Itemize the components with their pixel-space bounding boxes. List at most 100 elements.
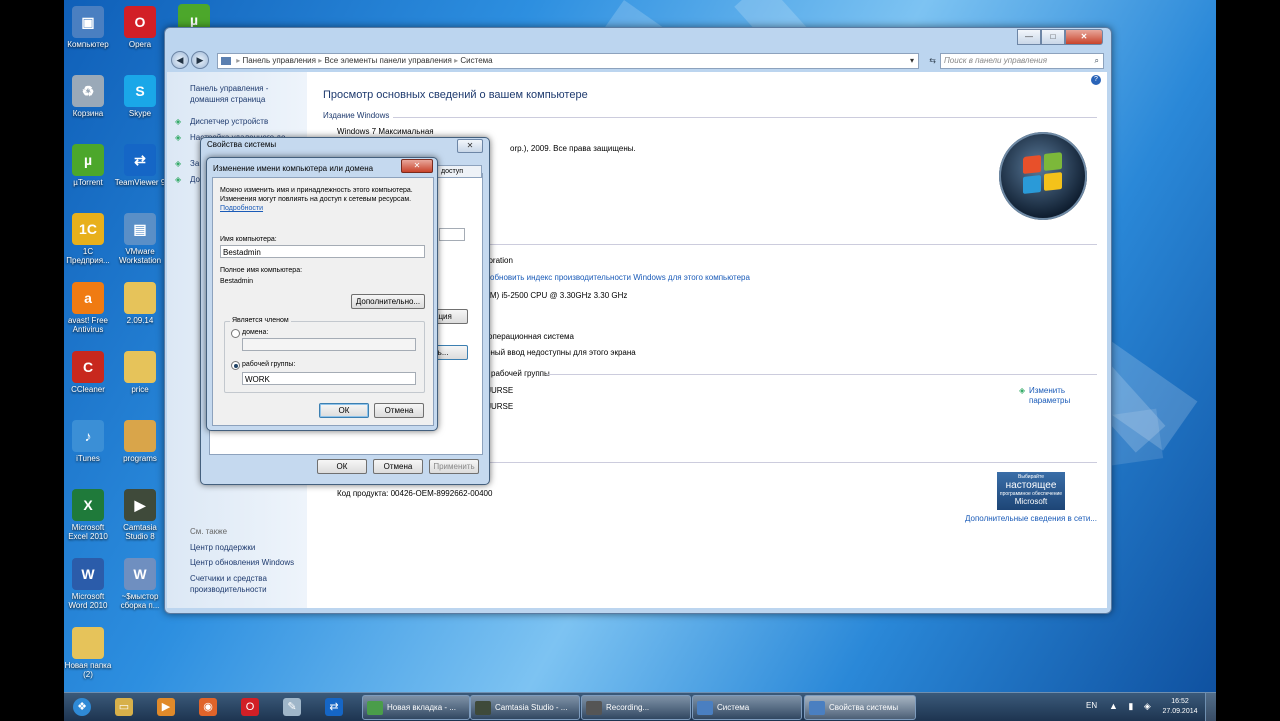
taskbar-task[interactable]: Recording... xyxy=(581,695,691,720)
desktop-icon-label: µTorrent xyxy=(73,178,103,187)
workgroup-radio[interactable] xyxy=(231,361,240,370)
tray-icons[interactable]: ▲ ▮ ◈ xyxy=(1109,701,1155,712)
breadcrumb-item[interactable]: Система xyxy=(460,56,492,65)
desktop-icon[interactable]: C CCleaner xyxy=(62,351,114,394)
cancel-button[interactable]: Отмена xyxy=(373,459,423,474)
language-indicator[interactable]: EN xyxy=(1086,701,1097,710)
shield-icon: ◈ xyxy=(175,133,182,142)
ok-button[interactable]: ОК xyxy=(317,459,367,474)
itunes-icon: ♪ xyxy=(72,420,104,452)
taskbar-task-label: Recording... xyxy=(606,703,650,712)
maximize-button[interactable]: □ xyxy=(1041,29,1065,45)
close-button[interactable]: ✕ xyxy=(457,139,483,153)
more-button[interactable]: Дополнительно... xyxy=(351,294,425,309)
desktop-icon-label: programs xyxy=(123,454,157,463)
full-name-label: Полное имя компьютера: xyxy=(220,267,303,274)
media-player-icon[interactable]: ▶ xyxy=(150,696,182,718)
details-link[interactable]: Подробности xyxy=(220,205,263,212)
start-orb-icon[interactable]: ❖ xyxy=(66,696,98,718)
performance-link[interactable]: Счетчики и средства производительности xyxy=(190,573,267,595)
desktop-icon[interactable]: ▣ Компьютер xyxy=(62,6,114,49)
desktop-icon[interactable]: W Microsoft Word 2010 xyxy=(62,558,114,610)
recording-icon xyxy=(586,700,602,715)
workgroup-section-header: рабочей группы xyxy=(491,369,550,378)
desktop-icon[interactable]: ⇄ TeamViewer 9 xyxy=(114,144,166,187)
desktop-icon[interactable]: X Microsoft Excel 2010 xyxy=(62,489,114,541)
computer-name-input[interactable]: Bestadmin xyxy=(220,245,425,258)
desktop-icon-label: Microsoft Word 2010 xyxy=(68,592,108,610)
desktop-icon-label: CCleaner xyxy=(71,385,105,394)
camtasia-icon: ▶ xyxy=(124,489,156,521)
firefox-icon[interactable]: ◉ xyxy=(192,696,224,718)
address-bar[interactable]: ▸ Панель управления ▸ Все элементы панел… xyxy=(217,53,936,69)
desktop-icon[interactable]: W ~$мыстор сборка п... xyxy=(114,558,166,610)
desktop-icon[interactable]: O Opera xyxy=(114,6,166,49)
notepad-icon[interactable]: ✎ xyxy=(276,696,308,718)
performance-index-link[interactable]: обновить индекс производительности Windo… xyxy=(490,273,750,283)
desktop-icon[interactable]: price xyxy=(114,351,166,394)
teamviewer-icon[interactable]: ⇄ xyxy=(318,696,350,718)
taskbar-task-label: Camtasia Studio - ... xyxy=(495,703,568,712)
search-placeholder: Поиск в панели управления xyxy=(944,56,1048,65)
taskbar-task[interactable]: Новая вкладка - ... xyxy=(362,695,470,720)
help-icon[interactable]: ? xyxy=(1091,75,1101,85)
search-icon[interactable]: ⌕ xyxy=(1095,54,1099,68)
show-desktop-button[interactable] xyxy=(1205,693,1216,721)
control-panel-home-link[interactable]: Панель управления - домашняя страница xyxy=(190,83,268,105)
explorer-icon[interactable]: ▭ xyxy=(108,696,140,718)
desktop-icon[interactable]: 2.09.14 xyxy=(114,282,166,325)
domain-input[interactable] xyxy=(242,338,416,351)
desktop-icon[interactable]: a avast! Free Antivirus xyxy=(62,282,114,334)
desktop-icon[interactable]: Новая папка (2) xyxy=(62,627,114,679)
apply-button[interactable]: Применить xyxy=(429,459,479,474)
back-icon[interactable]: ◀ xyxy=(171,51,189,69)
genuine-line: Microsoft xyxy=(1014,497,1048,506)
folder-icon xyxy=(72,627,104,659)
camtasia-icon xyxy=(475,700,491,715)
workgroup-input[interactable]: WORK xyxy=(242,372,416,385)
action-center-link[interactable]: Центр поддержки xyxy=(190,542,255,553)
desktop-icon[interactable]: µ µTorrent xyxy=(62,144,114,187)
dropdown-arrow-icon[interactable]: ▾ xyxy=(910,54,914,68)
forward-icon[interactable]: ▶ xyxy=(191,51,209,69)
domain-radio[interactable] xyxy=(231,329,240,338)
desktop-icon[interactable]: programs xyxy=(114,420,166,463)
taskbar-task[interactable]: Camtasia Studio - ... xyxy=(470,695,580,720)
desktop-icon-label: Opera xyxy=(128,40,152,49)
desktop-icon[interactable]: ▤ VMware Workstation xyxy=(114,213,166,265)
taskbar-task-label: Свойства системы xyxy=(829,703,899,712)
tab-remote-access[interactable]: доступ xyxy=(437,165,482,178)
refresh-icon[interactable]: ⇆ xyxy=(929,54,936,68)
device-manager-link[interactable]: Диспетчер устройств xyxy=(190,116,268,127)
windows-update-link[interactable]: Центр обновления Windows xyxy=(190,557,294,568)
genuine-microsoft-badge[interactable]: Выбирайте настоящее программное обеспече… xyxy=(997,472,1065,510)
ok-button[interactable]: ОК xyxy=(319,403,369,418)
desktop-icon[interactable]: ♪ iTunes xyxy=(62,420,114,463)
system-icon xyxy=(809,700,825,715)
taskbar-task[interactable]: Система xyxy=(692,695,802,720)
breadcrumb-item[interactable]: Панель управления xyxy=(242,56,316,65)
chrome-icon xyxy=(367,700,383,715)
taskbar-task[interactable]: Свойства системы xyxy=(804,695,916,720)
cancel-button[interactable]: Отмена xyxy=(374,403,424,418)
clock[interactable]: 16:52 27.09.2014 xyxy=(1160,697,1200,717)
shield-icon: ◈ xyxy=(175,159,182,168)
more-info-link[interactable]: Дополнительные сведения в сети... xyxy=(965,514,1097,524)
desktop-icon[interactable]: S Skype xyxy=(114,75,166,118)
desktop-icon-label: price xyxy=(131,385,149,394)
search-input[interactable]: Поиск в панели управления ⌕ xyxy=(940,53,1104,69)
opera-icon[interactable]: O xyxy=(234,696,266,718)
desktop-icon[interactable]: 1С 1С Предприя... xyxy=(62,213,114,265)
breadcrumb-item[interactable]: Все элементы панели управления xyxy=(324,56,451,65)
close-button[interactable]: ✕ xyxy=(401,159,433,173)
desktop-icon[interactable]: ▶ Camtasia Studio 8 xyxy=(114,489,166,541)
desktop-icon-label: VMware Workstation xyxy=(118,247,162,265)
folder-icon xyxy=(221,56,231,65)
partial-field xyxy=(439,228,465,241)
minimize-button[interactable]: — xyxy=(1017,29,1041,45)
change-settings-link[interactable]: Изменить параметры xyxy=(1029,386,1070,406)
close-button[interactable]: ✕ xyxy=(1065,29,1103,45)
desktop-icon[interactable]: ♻ Корзина xyxy=(62,75,114,118)
desktop-icon-label: Корзина xyxy=(72,109,104,118)
teamviewer-icon: ⇄ xyxy=(124,144,156,176)
